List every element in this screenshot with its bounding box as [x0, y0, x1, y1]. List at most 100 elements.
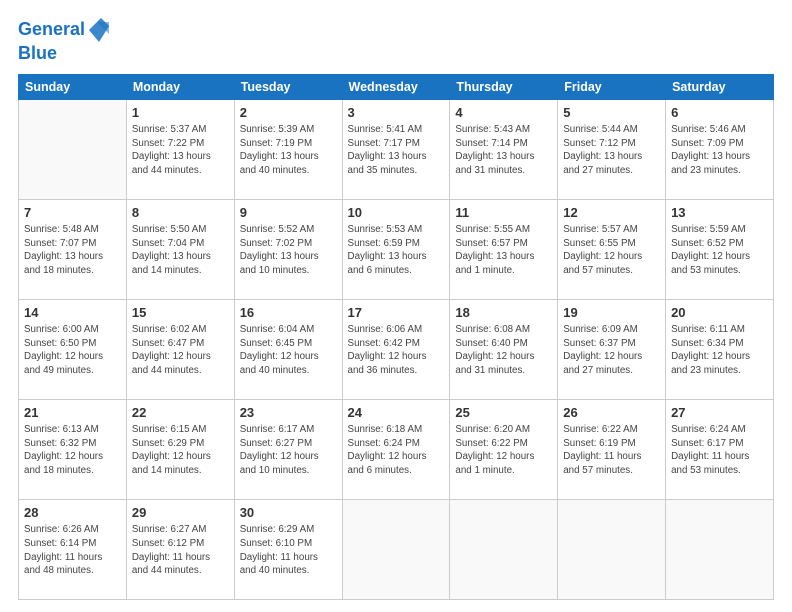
- day-info: Sunrise: 6:13 AMSunset: 6:32 PMDaylight:…: [24, 423, 121, 477]
- calendar-cell: 24Sunrise: 6:18 AMSunset: 6:24 PMDayligh…: [342, 399, 450, 499]
- calendar-cell: 12Sunrise: 5:57 AMSunset: 6:55 PMDayligh…: [558, 199, 666, 299]
- calendar-cell: [558, 499, 666, 599]
- logo-icon: [87, 16, 111, 44]
- day-number: 30: [240, 504, 337, 522]
- weekday-header-row: SundayMondayTuesdayWednesdayThursdayFrid…: [19, 74, 774, 99]
- day-info: Sunrise: 6:24 AMSunset: 6:17 PMDaylight:…: [671, 423, 768, 477]
- day-info: Sunrise: 6:18 AMSunset: 6:24 PMDaylight:…: [348, 423, 445, 477]
- weekday-header-wednesday: Wednesday: [342, 74, 450, 99]
- day-number: 18: [455, 304, 552, 322]
- day-info: Sunrise: 5:55 AMSunset: 6:57 PMDaylight:…: [455, 223, 552, 277]
- week-row-3: 14Sunrise: 6:00 AMSunset: 6:50 PMDayligh…: [19, 299, 774, 399]
- day-number: 1: [132, 104, 229, 122]
- day-info: Sunrise: 6:29 AMSunset: 6:10 PMDaylight:…: [240, 523, 337, 577]
- day-number: 20: [671, 304, 768, 322]
- day-number: 16: [240, 304, 337, 322]
- day-info: Sunrise: 5:50 AMSunset: 7:04 PMDaylight:…: [132, 223, 229, 277]
- week-row-4: 21Sunrise: 6:13 AMSunset: 6:32 PMDayligh…: [19, 399, 774, 499]
- day-number: 21: [24, 404, 121, 422]
- day-number: 9: [240, 204, 337, 222]
- day-number: 25: [455, 404, 552, 422]
- day-number: 17: [348, 304, 445, 322]
- weekday-header-sunday: Sunday: [19, 74, 127, 99]
- calendar-cell: 13Sunrise: 5:59 AMSunset: 6:52 PMDayligh…: [666, 199, 774, 299]
- logo: General Blue: [18, 16, 111, 64]
- calendar-cell: 10Sunrise: 5:53 AMSunset: 6:59 PMDayligh…: [342, 199, 450, 299]
- day-info: Sunrise: 6:11 AMSunset: 6:34 PMDaylight:…: [671, 323, 768, 377]
- calendar-cell: 8Sunrise: 5:50 AMSunset: 7:04 PMDaylight…: [126, 199, 234, 299]
- day-number: 12: [563, 204, 660, 222]
- header: General Blue: [18, 16, 774, 64]
- day-info: Sunrise: 6:17 AMSunset: 6:27 PMDaylight:…: [240, 423, 337, 477]
- day-number: 27: [671, 404, 768, 422]
- calendar-cell: 3Sunrise: 5:41 AMSunset: 7:17 PMDaylight…: [342, 99, 450, 199]
- calendar-cell: 28Sunrise: 6:26 AMSunset: 6:14 PMDayligh…: [19, 499, 127, 599]
- day-info: Sunrise: 5:43 AMSunset: 7:14 PMDaylight:…: [455, 123, 552, 177]
- page: General Blue SundayMondayTuesdayWednesda…: [0, 0, 792, 612]
- calendar-cell: 19Sunrise: 6:09 AMSunset: 6:37 PMDayligh…: [558, 299, 666, 399]
- calendar-cell: 27Sunrise: 6:24 AMSunset: 6:17 PMDayligh…: [666, 399, 774, 499]
- calendar-cell: 15Sunrise: 6:02 AMSunset: 6:47 PMDayligh…: [126, 299, 234, 399]
- calendar-cell: 25Sunrise: 6:20 AMSunset: 6:22 PMDayligh…: [450, 399, 558, 499]
- day-info: Sunrise: 5:57 AMSunset: 6:55 PMDaylight:…: [563, 223, 660, 277]
- day-number: 13: [671, 204, 768, 222]
- calendar-cell: 4Sunrise: 5:43 AMSunset: 7:14 PMDaylight…: [450, 99, 558, 199]
- calendar-cell: 7Sunrise: 5:48 AMSunset: 7:07 PMDaylight…: [19, 199, 127, 299]
- day-number: 3: [348, 104, 445, 122]
- week-row-2: 7Sunrise: 5:48 AMSunset: 7:07 PMDaylight…: [19, 199, 774, 299]
- calendar-cell: 9Sunrise: 5:52 AMSunset: 7:02 PMDaylight…: [234, 199, 342, 299]
- day-info: Sunrise: 6:15 AMSunset: 6:29 PMDaylight:…: [132, 423, 229, 477]
- day-info: Sunrise: 5:53 AMSunset: 6:59 PMDaylight:…: [348, 223, 445, 277]
- weekday-header-saturday: Saturday: [666, 74, 774, 99]
- day-info: Sunrise: 5:41 AMSunset: 7:17 PMDaylight:…: [348, 123, 445, 177]
- day-info: Sunrise: 6:00 AMSunset: 6:50 PMDaylight:…: [24, 323, 121, 377]
- day-number: 2: [240, 104, 337, 122]
- calendar-cell: 23Sunrise: 6:17 AMSunset: 6:27 PMDayligh…: [234, 399, 342, 499]
- day-info: Sunrise: 5:44 AMSunset: 7:12 PMDaylight:…: [563, 123, 660, 177]
- day-number: 4: [455, 104, 552, 122]
- calendar-cell: 11Sunrise: 5:55 AMSunset: 6:57 PMDayligh…: [450, 199, 558, 299]
- logo-text: General: [18, 20, 85, 40]
- day-info: Sunrise: 6:06 AMSunset: 6:42 PMDaylight:…: [348, 323, 445, 377]
- day-number: 11: [455, 204, 552, 222]
- day-number: 23: [240, 404, 337, 422]
- day-number: 6: [671, 104, 768, 122]
- day-number: 15: [132, 304, 229, 322]
- weekday-header-monday: Monday: [126, 74, 234, 99]
- day-number: 28: [24, 504, 121, 522]
- day-info: Sunrise: 6:20 AMSunset: 6:22 PMDaylight:…: [455, 423, 552, 477]
- day-info: Sunrise: 6:08 AMSunset: 6:40 PMDaylight:…: [455, 323, 552, 377]
- calendar-table: SundayMondayTuesdayWednesdayThursdayFrid…: [18, 74, 774, 600]
- day-info: Sunrise: 5:39 AMSunset: 7:19 PMDaylight:…: [240, 123, 337, 177]
- calendar-cell: 20Sunrise: 6:11 AMSunset: 6:34 PMDayligh…: [666, 299, 774, 399]
- day-number: 22: [132, 404, 229, 422]
- calendar-cell: 21Sunrise: 6:13 AMSunset: 6:32 PMDayligh…: [19, 399, 127, 499]
- calendar-cell: 16Sunrise: 6:04 AMSunset: 6:45 PMDayligh…: [234, 299, 342, 399]
- day-info: Sunrise: 5:52 AMSunset: 7:02 PMDaylight:…: [240, 223, 337, 277]
- calendar-cell: 29Sunrise: 6:27 AMSunset: 6:12 PMDayligh…: [126, 499, 234, 599]
- calendar-cell: 1Sunrise: 5:37 AMSunset: 7:22 PMDaylight…: [126, 99, 234, 199]
- day-info: Sunrise: 6:02 AMSunset: 6:47 PMDaylight:…: [132, 323, 229, 377]
- day-info: Sunrise: 5:59 AMSunset: 6:52 PMDaylight:…: [671, 223, 768, 277]
- day-number: 19: [563, 304, 660, 322]
- day-info: Sunrise: 5:37 AMSunset: 7:22 PMDaylight:…: [132, 123, 229, 177]
- day-number: 10: [348, 204, 445, 222]
- day-info: Sunrise: 6:26 AMSunset: 6:14 PMDaylight:…: [24, 523, 121, 577]
- calendar-cell: [666, 499, 774, 599]
- calendar-cell: 17Sunrise: 6:06 AMSunset: 6:42 PMDayligh…: [342, 299, 450, 399]
- day-info: Sunrise: 6:09 AMSunset: 6:37 PMDaylight:…: [563, 323, 660, 377]
- day-number: 24: [348, 404, 445, 422]
- day-info: Sunrise: 6:27 AMSunset: 6:12 PMDaylight:…: [132, 523, 229, 577]
- calendar-cell: [450, 499, 558, 599]
- calendar-cell: [19, 99, 127, 199]
- calendar-cell: 6Sunrise: 5:46 AMSunset: 7:09 PMDaylight…: [666, 99, 774, 199]
- logo-text2: Blue: [18, 44, 111, 64]
- day-number: 7: [24, 204, 121, 222]
- weekday-header-tuesday: Tuesday: [234, 74, 342, 99]
- week-row-1: 1Sunrise: 5:37 AMSunset: 7:22 PMDaylight…: [19, 99, 774, 199]
- weekday-header-thursday: Thursday: [450, 74, 558, 99]
- calendar-cell: 18Sunrise: 6:08 AMSunset: 6:40 PMDayligh…: [450, 299, 558, 399]
- calendar-cell: 26Sunrise: 6:22 AMSunset: 6:19 PMDayligh…: [558, 399, 666, 499]
- day-number: 5: [563, 104, 660, 122]
- day-number: 8: [132, 204, 229, 222]
